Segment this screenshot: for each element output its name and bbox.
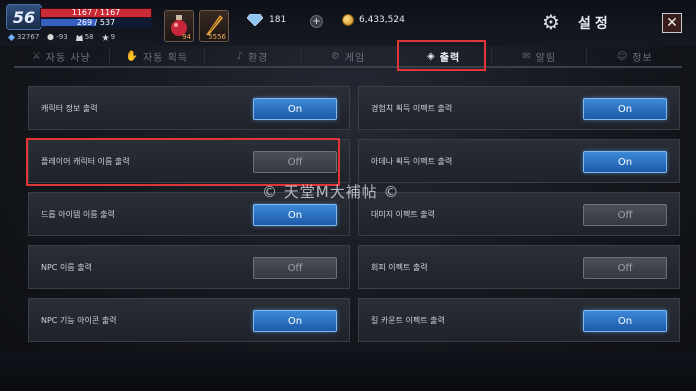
setting-row: NPC 이름 출력 Off <box>28 245 350 289</box>
toggle-button[interactable]: On <box>583 310 667 332</box>
buff-icon <box>101 33 109 41</box>
watermark-text: © 天堂M大補帖 © <box>262 183 400 201</box>
setting-label: 대미지 이펙트 출력 <box>371 209 435 219</box>
gear-icon: ⚙ <box>330 50 341 62</box>
toggle-button[interactable]: Off <box>253 151 337 173</box>
toggle-button[interactable]: On <box>253 204 337 226</box>
settings-tabs: ⚔ 자동 사냥 ✋ 자동 획득 ♪ 환경 ⚙ 게임 ◈ 출력 ✉ 알림 ☺ 정보 <box>14 46 682 68</box>
bottom-background <box>0 352 696 391</box>
sword-icon: ⚔ <box>31 50 42 62</box>
left-settings-panel: 캐릭터 정보 출력 On 플레이어 캐릭터 이름 출력 Off 드롭 아이템 이… <box>28 76 350 346</box>
scroll-count: 5556 <box>208 33 226 41</box>
potion-slot[interactable]: 94 <box>164 10 194 42</box>
hp-bar: 1167 / 1167 <box>40 8 152 18</box>
skull-icon <box>47 33 54 40</box>
mini-stats: 32767 -93 58 9 <box>8 31 115 43</box>
stat-value: -93 <box>56 33 68 41</box>
stat-buff: 9 <box>101 33 116 41</box>
person-icon: ☺ <box>616 50 629 62</box>
tab-info[interactable]: ☺ 정보 <box>587 46 682 66</box>
potion-count: 94 <box>182 33 191 41</box>
scroll-slot[interactable]: 5556 <box>199 10 229 42</box>
setting-row: 아데나 획득 이펙트 출력 On <box>358 139 680 183</box>
setting-row: 회피 이펙트 출력 Off <box>358 245 680 289</box>
hand-icon: ✋ <box>125 50 140 62</box>
setting-label: NPC 이름 출력 <box>41 262 92 272</box>
level-badge: 56 <box>6 4 42 30</box>
tab-label: 환경 <box>247 52 269 64</box>
cube-icon: ◈ <box>427 50 436 62</box>
megaphone-icon: ✉ <box>522 50 532 62</box>
right-settings-panel: 경험치 획득 이펙트 출력 On 아데나 획득 이펙트 출력 On 대미지 이펙… <box>358 76 680 346</box>
toggle-button[interactable]: On <box>253 98 337 120</box>
crystal-currency: 181 <box>247 14 286 26</box>
tab-output[interactable]: ◈ 출력 <box>396 46 491 66</box>
tab-label: 게임 <box>344 52 366 64</box>
settings-gear-icon: ⚙ <box>542 10 560 34</box>
music-icon: ♪ <box>236 50 244 62</box>
tab-label: 자동 사냥 <box>45 52 91 64</box>
add-currency-button[interactable]: + <box>310 15 323 28</box>
setting-label: 캐릭터 정보 출력 <box>41 103 98 113</box>
adena-currency: 6,433,524 <box>342 14 405 26</box>
mp-text: 269 / 537 <box>76 18 116 27</box>
toggle-button[interactable]: Off <box>583 257 667 279</box>
setting-label: 킬 카운트 이펙트 출력 <box>371 315 445 325</box>
toggle-button[interactable]: On <box>253 310 337 332</box>
close-button[interactable]: ✕ <box>662 13 682 33</box>
setting-label: 드롭 아이템 이름 출력 <box>41 209 115 219</box>
tab-label: 출력 <box>439 52 461 64</box>
setting-row: 킬 카운트 이펙트 출력 On <box>358 298 680 342</box>
tab-auto-loot[interactable]: ✋ 자동 획득 <box>110 46 205 66</box>
stat-crystal: 32767 <box>8 33 39 41</box>
page-title: 설정 <box>578 16 612 32</box>
stat-cat: 58 <box>75 33 94 41</box>
hp-text: 1167 / 1167 <box>71 8 121 17</box>
adena-coin-icon <box>342 14 354 26</box>
toggle-button[interactable]: Off <box>253 257 337 279</box>
tab-label: 알림 <box>535 52 557 64</box>
stat-value: 32767 <box>17 33 40 41</box>
setting-label: 회피 이펙트 출력 <box>371 262 428 272</box>
tab-label: 정보 <box>632 52 653 64</box>
setting-label: 플레이어 캐릭터 이름 출력 <box>41 156 130 166</box>
top-hud: 56 1167 / 1167 269 / 537 32767 -93 58 9 … <box>0 0 696 46</box>
setting-label: 아데나 획득 이펙트 출력 <box>371 156 453 166</box>
toggle-button[interactable]: On <box>583 151 667 173</box>
close-icon: ✕ <box>666 15 678 31</box>
diamond-icon <box>247 14 263 26</box>
tab-notification[interactable]: ✉ 알림 <box>492 46 587 66</box>
setting-label: NPC 기능 아이콘 출력 <box>41 315 117 325</box>
cat-icon <box>75 34 83 41</box>
setting-label: 경험치 획득 이펙트 출력 <box>371 103 453 113</box>
stat-skull: -93 <box>47 33 68 41</box>
setting-row: 경험치 획득 이펙트 출력 On <box>358 86 680 130</box>
crystal-icon <box>8 33 15 41</box>
tab-label: 자동 획득 <box>143 52 189 64</box>
stat-value: 9 <box>110 33 116 41</box>
stat-value: 58 <box>84 33 94 41</box>
setting-row: 플레이어 캐릭터 이름 출력 Off <box>28 139 350 183</box>
mp-bar: 269 / 537 <box>40 18 152 27</box>
adena-amount: 6,433,524 <box>359 15 405 25</box>
crystal-count: 181 <box>269 15 287 25</box>
toggle-button[interactable]: On <box>583 98 667 120</box>
toggle-button[interactable]: Off <box>583 204 667 226</box>
tab-game[interactable]: ⚙ 게임 <box>301 46 396 66</box>
setting-row: 대미지 이펙트 출력 Off <box>358 192 680 236</box>
tab-auto-hunt[interactable]: ⚔ 자동 사냥 <box>14 46 109 66</box>
setting-row: NPC 기능 아이콘 출력 On <box>28 298 350 342</box>
setting-row: 캐릭터 정보 출력 On <box>28 86 350 130</box>
tab-environment[interactable]: ♪ 환경 <box>205 46 300 66</box>
